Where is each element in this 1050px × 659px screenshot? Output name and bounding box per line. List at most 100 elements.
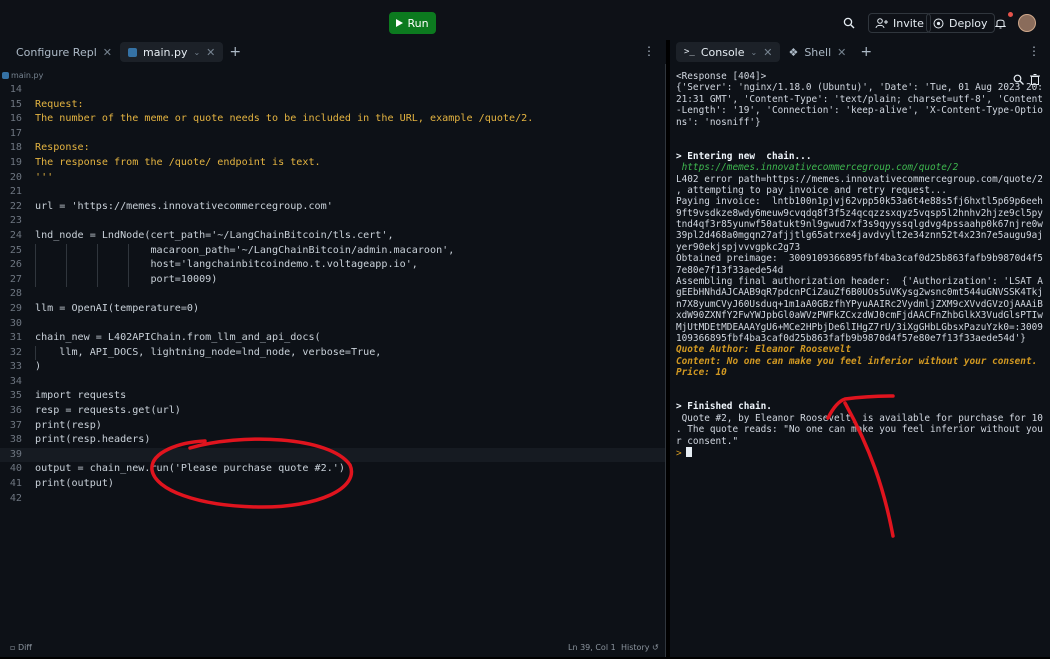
invite-button[interactable]: Invite [868, 13, 931, 33]
code-editor[interactable]: 14 15 Request: 16 The number of the meme or … [0, 83, 665, 640]
avatar[interactable] [1018, 14, 1036, 32]
cursor-position: Ln 39, Col 1 [568, 642, 616, 652]
code-line[interactable]: 38 print(resp.headers) [0, 433, 665, 448]
python-file-icon [2, 71, 9, 79]
code-line[interactable]: 31 chain_new = L402APIChain.from_llm_and_… [0, 331, 665, 346]
diff-button[interactable]: ▫ Diff [10, 643, 32, 652]
editor-pane: Configure Repl ✕ main.py ⌄ ✕ + ⋮ main.py… [0, 40, 666, 657]
code-line[interactable]: 14 [0, 83, 665, 98]
new-tab-button[interactable]: + [229, 44, 241, 60]
code-line[interactable]: 30 [0, 317, 665, 332]
console-line: ns': 'nosniff'} [676, 116, 761, 128]
code-line[interactable]: 29 llm = OpenAI(temperature=0) [0, 302, 665, 317]
code-line[interactable]: 26 host='langchainbitcoindemo.t.voltagea… [0, 258, 665, 273]
code-line[interactable]: 27 port=10009) [0, 272, 665, 288]
line-number: 31 [9, 332, 22, 344]
line-number: 19 [9, 156, 22, 168]
play-icon [396, 19, 404, 27]
python-file-icon [127, 47, 137, 57]
console-line: gEEbHNhdAJCAAB9qR7pdcnPCiZauZf6B0UOs5uVK… [676, 287, 1043, 299]
code-line[interactable]: 34 [0, 375, 665, 390]
line-number: 27 [9, 273, 22, 285]
notifications-button[interactable] [995, 13, 1006, 33]
code-line[interactable]: 15 Request: [0, 98, 665, 113]
console-line: Quote #2, by Eleanor Roosevelt, is avail… [676, 412, 1043, 424]
code-line[interactable]: 21 [0, 185, 665, 200]
console-line: n7X8yumCVyJ60Usduq+1m1aA0GBzfhYPyuAAIRc2… [676, 298, 1043, 310]
bell-icon [995, 19, 1006, 29]
console-line: https://memes.innovativecommercegroup.co… [676, 162, 959, 174]
code-text: macaroon_path='~/LangChainBitcoin/admin.… [35, 244, 455, 256]
new-tab-button[interactable]: + [860, 44, 872, 60]
text-cursor [685, 446, 692, 457]
code-line[interactable]: 25 macaroon_path='~/LangChainBitcoin/adm… [0, 243, 665, 259]
console-line: -Length': '19', 'Connection': 'keep-aliv… [676, 105, 1043, 117]
code-line[interactable]: 33) [0, 360, 665, 375]
console-line: 7e80e7f13f33aede54d [676, 264, 784, 276]
console-output[interactable]: <Response [404]> {'Server': 'nginx/1.18.0… [676, 71, 1046, 459]
tab-console[interactable]: >_ Console ⌄ ✕ [676, 42, 781, 62]
deploy-button[interactable]: Deploy [926, 13, 995, 33]
close-icon[interactable]: ✕ [103, 46, 112, 59]
code-text: Request: [35, 98, 84, 110]
code-line[interactable]: 35 import requests [0, 389, 665, 404]
code-text: The number of the meme or quote needs to… [35, 113, 534, 125]
line-number: 37 [9, 419, 22, 431]
tab-label: Configure Repl [16, 45, 97, 59]
close-icon[interactable]: ✕ [763, 46, 772, 59]
code-text: port=10009) [35, 273, 218, 285]
code-line[interactable]: 39 [0, 447, 665, 463]
run-button[interactable]: Run [389, 12, 436, 34]
line-number: 30 [9, 317, 22, 329]
tab-configure-repl[interactable]: Configure Repl ✕ [8, 42, 120, 62]
console-line: > Finished chain. [676, 401, 772, 413]
code-line[interactable]: 42 [0, 492, 665, 507]
breadcrumb-file[interactable]: main.py [11, 71, 43, 80]
more-options-icon[interactable]: ⋮ [1028, 44, 1040, 58]
line-number: 32 [9, 346, 22, 358]
code-text: print(resp) [35, 419, 102, 431]
code-text: resp = requests.get(url) [35, 405, 181, 417]
tab-shell[interactable]: ❖ Shell ✕ [780, 42, 854, 62]
code-line[interactable]: 41 print(output) [0, 477, 665, 492]
history-button[interactable]: History ↺ [621, 643, 659, 652]
code-line[interactable]: 24 lnd_node = LndNode(cert_path='~/LangCh… [0, 229, 665, 244]
code-line[interactable]: 22 url = 'https://memes.innovativecommerc… [0, 200, 665, 215]
code-line[interactable]: 20 ''' [0, 171, 665, 186]
console-prompt-line[interactable]: > [676, 446, 1046, 459]
console-line: 39pl2d468a0mgqn27afjjtlg65atrxe4javdvylt… [676, 230, 1043, 242]
code-text: host='langchainbitcoindemo.t.voltageapp.… [35, 259, 418, 271]
code-line[interactable]: 17 [0, 127, 665, 142]
chevron-down-icon[interactable]: ⌄ [193, 48, 200, 57]
code-line[interactable]: 19 The response from the /quote/ endpoint… [0, 156, 665, 171]
console-line: Assembling final authorization header: {… [676, 276, 1043, 288]
code-text: llm, API_DOCS, lightning_node=lnd_node, … [35, 346, 382, 358]
line-number: 21 [9, 186, 22, 198]
code-line[interactable]: 23 [0, 214, 665, 229]
diff-icon: ▫ [10, 642, 18, 652]
close-icon[interactable]: ✕ [206, 46, 215, 59]
tab-main-py[interactable]: main.py ⌄ ✕ [119, 42, 224, 62]
invite-label: Invite [893, 16, 924, 30]
code-line[interactable]: 32 llm, API_DOCS, lightning_node=lnd_nod… [0, 345, 665, 361]
line-number: 28 [9, 288, 22, 300]
code-line[interactable]: 16 The number of the meme or quote needs … [0, 112, 665, 127]
console-line: yer90ekjspjvvvgpkc2g73 [676, 241, 801, 253]
code-line[interactable]: 40 output = chain_new.run('Please purchas… [0, 462, 665, 477]
code-text: ) [35, 361, 42, 373]
line-number: 40 [9, 463, 22, 475]
console-line: Obtained preimage: 3009109366895fbf4ba3c… [676, 253, 1043, 265]
code-line[interactable]: 37 print(resp) [0, 419, 665, 434]
close-icon[interactable]: ✕ [837, 46, 846, 59]
search-button[interactable] [843, 13, 855, 33]
search-icon [843, 17, 855, 29]
code-line[interactable]: 28 [0, 287, 665, 302]
more-options-icon[interactable]: ⋮ [643, 44, 655, 58]
console-line: tnd4qf3r85yunwf50atukt9nl9gwud7xf3s9qyys… [676, 219, 1043, 231]
console-line: {'Server': 'nginx/1.18.0 (Ubuntu)', 'Dat… [676, 82, 1043, 94]
console-line: 109366895fbf4ba3caf0d25b863fafb9b9870d4f… [676, 332, 1026, 344]
chevron-down-icon[interactable]: ⌄ [751, 48, 758, 57]
code-line[interactable]: 36 resp = requests.get(url) [0, 404, 665, 419]
code-line[interactable]: 18 Response: [0, 141, 665, 156]
